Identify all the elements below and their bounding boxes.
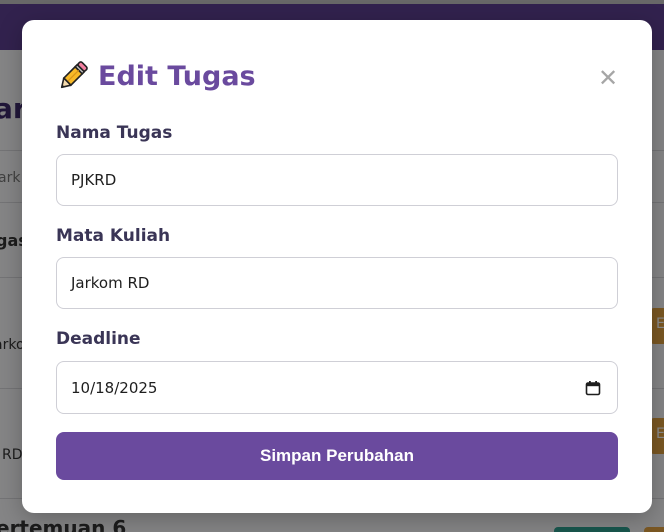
calendar-icon[interactable] <box>585 380 601 396</box>
course-label: Mata Kuliah <box>56 226 171 246</box>
task-name-input[interactable]: PJKRD <box>56 154 618 206</box>
deadline-date-input[interactable]: 10/18/2025 <box>56 361 618 414</box>
pencil-icon <box>56 59 90 93</box>
deadline-label: Deadline <box>56 329 141 349</box>
course-input[interactable]: Jarkom RD <box>56 257 618 309</box>
modal-title: Edit Tugas <box>56 58 256 94</box>
task-name-label: Nama Tugas <box>56 123 173 143</box>
save-changes-button[interactable]: Simpan Perubahan <box>56 432 618 480</box>
edit-task-modal: Edit Tugas ✕ Nama Tugas PJKRD Mata Kulia… <box>22 20 652 513</box>
course-value: Jarkom RD <box>71 274 150 292</box>
deadline-value: 10/18/2025 <box>71 378 158 397</box>
modal-title-text: Edit Tugas <box>98 60 256 92</box>
task-name-value: PJKRD <box>71 171 117 189</box>
close-icon[interactable]: ✕ <box>596 66 620 90</box>
